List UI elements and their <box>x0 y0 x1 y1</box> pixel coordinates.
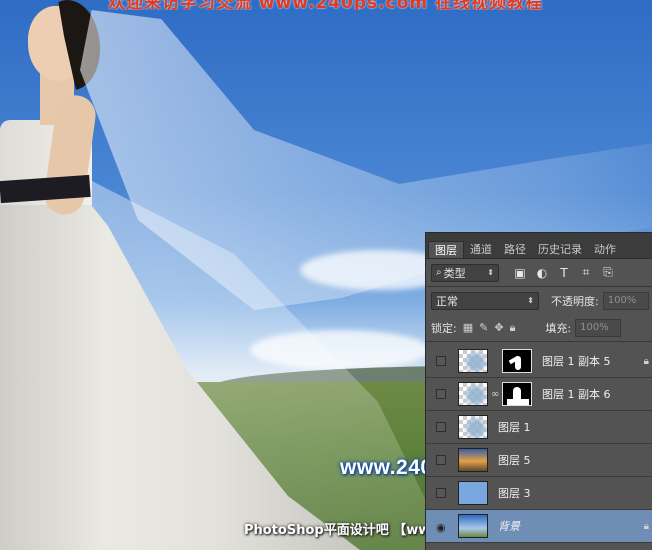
filter-kind-select[interactable]: ⌕ 类型 ⬍ <box>431 263 499 282</box>
blend-mode-label: 正常 <box>436 294 458 308</box>
lock-image-icon[interactable]: ✎ <box>479 321 488 334</box>
layers-panel: 图层 通道 路径 历史记录 动作 ⌕ 类型 ⬍ ▣ ◐ T ⌗ ⎘ 正常 ⬍ 不… <box>425 232 652 550</box>
link-icon[interactable]: ∞ <box>491 389 499 400</box>
layer-row-selected[interactable]: ◉ 背景 🔒︎ <box>426 510 652 543</box>
layer-row[interactable]: 图层 5 <box>426 444 652 477</box>
smart-object-filter-icon[interactable]: ⎘ <box>601 265 615 280</box>
visibility-toggle[interactable] <box>436 488 446 498</box>
image-filter-icon[interactable]: ▣ <box>513 266 527 280</box>
tab-actions[interactable]: 动作 <box>588 241 622 258</box>
layer-name: 图层 1 副本 6 <box>542 388 611 401</box>
top-banner-text: 欢迎来访学习交流 www.240ps.com 在线视频教程 <box>108 0 544 10</box>
filter-kind-label: 类型 <box>443 266 466 280</box>
panel-tabs: 图层 通道 路径 历史记录 动作 <box>426 233 652 259</box>
layer-thumbnail <box>458 382 488 406</box>
type-filter-icon[interactable]: T <box>557 266 571 280</box>
blend-mode-select[interactable]: 正常 ⬍ <box>431 291 539 310</box>
fill-label: 填充: <box>545 321 572 335</box>
visibility-toggle[interactable] <box>436 356 446 366</box>
updown-arrow-icon: ⬍ <box>527 296 534 305</box>
lock-icon: 🔒︎ <box>643 355 649 367</box>
lock-label: 锁定: <box>431 321 457 335</box>
layer-row[interactable]: 图层 1 <box>426 411 652 444</box>
tab-channels[interactable]: 通道 <box>464 241 498 258</box>
layer-thumbnail <box>458 349 488 373</box>
lock-icon: 🔒︎ <box>643 520 649 532</box>
lock-row: 锁定: ▦ ✎ ✥ 🔒︎ 填充: 100% <box>426 314 652 341</box>
layer-name: 图层 5 <box>498 454 531 467</box>
filter-row: ⌕ 类型 ⬍ ▣ ◐ T ⌗ ⎘ <box>426 259 652 286</box>
layer-thumbnail <box>458 514 488 538</box>
layer-name: 图层 3 <box>498 487 531 500</box>
opacity-field[interactable]: 100% <box>602 291 649 310</box>
tab-paths[interactable]: 路径 <box>498 241 532 258</box>
shape-filter-icon[interactable]: ⌗ <box>579 265 593 280</box>
layer-name: 背景 <box>498 520 520 533</box>
blend-row: 正常 ⬍ 不透明度: 100% <box>426 287 652 314</box>
layer-mask-thumbnail[interactable] <box>502 382 532 406</box>
visibility-toggle[interactable] <box>436 389 446 399</box>
lock-transparent-icon[interactable]: ▦ <box>463 321 473 334</box>
layer-name: 图层 1 <box>498 421 531 434</box>
layer-name: 图层 1 副本 5 <box>542 355 611 368</box>
fill-value: 100% <box>580 322 609 333</box>
visibility-toggle[interactable] <box>436 422 446 432</box>
tab-history[interactable]: 历史记录 <box>532 241 588 258</box>
layer-thumbnail <box>458 448 488 472</box>
adjustment-filter-icon[interactable]: ◐ <box>535 266 549 280</box>
lock-position-icon[interactable]: ✥ <box>494 321 503 334</box>
layer-mask-thumbnail[interactable] <box>502 349 532 373</box>
layer-row[interactable]: 图层 1 副本 5 🔒︎ <box>426 345 652 378</box>
lock-all-icon[interactable]: 🔒︎ <box>510 321 516 335</box>
fill-field[interactable]: 100% <box>575 318 622 337</box>
eye-icon[interactable]: ◉ <box>436 521 448 534</box>
opacity-value: 100% <box>607 295 637 306</box>
opacity-label: 不透明度: <box>551 294 599 308</box>
tab-layers[interactable]: 图层 <box>428 241 464 258</box>
updown-arrow-icon: ⬍ <box>487 268 494 277</box>
search-icon: ⌕ <box>436 267 442 278</box>
layer-thumbnail <box>458 415 488 439</box>
layer-thumbnail <box>458 481 488 505</box>
layer-row[interactable]: 图层 3 <box>426 477 652 510</box>
layer-list: 图层 1 副本 5 🔒︎ ∞ 图层 1 副本 6 图层 1 图层 5 图层 3 … <box>426 345 652 543</box>
layer-row[interactable]: ∞ 图层 1 副本 6 <box>426 378 652 411</box>
visibility-toggle[interactable] <box>436 455 446 465</box>
